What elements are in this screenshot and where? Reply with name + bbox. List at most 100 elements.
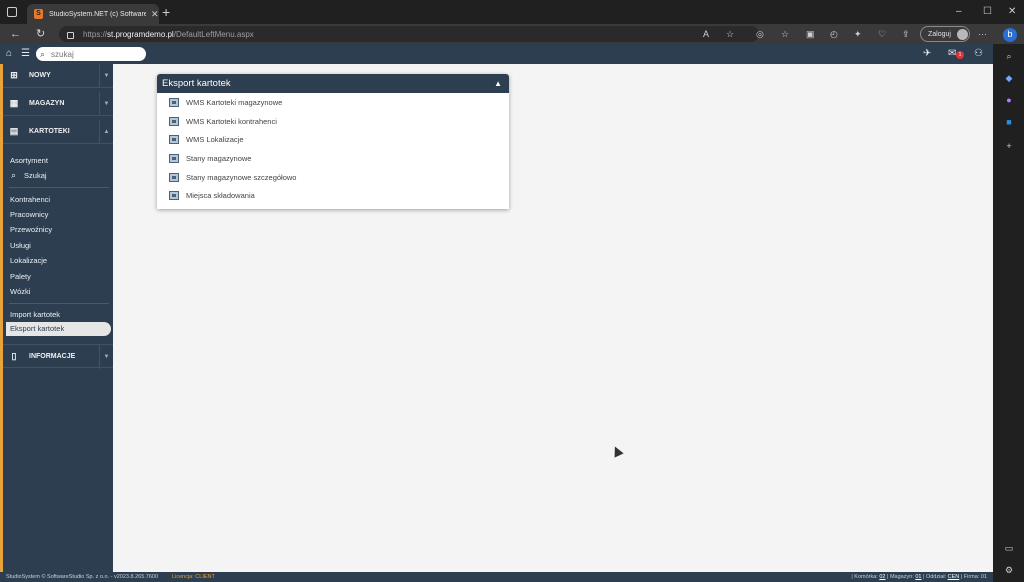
browser-titlebar: S StudioSystem.NET (c) SoftwareSt ✕ + – … (0, 0, 1024, 24)
maximize-button[interactable]: ☐ (983, 6, 992, 17)
export-item[interactable]: WMS Kartoteki kontrahenci (169, 115, 277, 127)
chevron-down-icon[interactable]: ▼ (99, 345, 113, 369)
collapse-caret-icon[interactable]: ▲ (494, 74, 502, 93)
sidebar-section-magazyn[interactable]: ▦ MAGAZYN ▼ (3, 92, 113, 116)
browser-essentials-icon[interactable]: ♡ (878, 28, 886, 40)
more-options-icon[interactable]: ··· (978, 28, 987, 40)
export-item-label: WMS Kartoteki magazynowe (186, 97, 283, 107)
favorites-icon[interactable]: ☆ (781, 28, 789, 40)
extensions-puzzle-icon[interactable]: ✦ (854, 28, 862, 40)
sidebar-item-asortyment[interactable]: Asortyment (10, 156, 48, 165)
chevron-down-icon[interactable]: ▼ (99, 92, 113, 116)
sidebar-item-pracownicy[interactable]: Pracownicy (10, 210, 48, 219)
share-icon[interactable]: ⇪ (902, 28, 910, 40)
history-icon[interactable]: ◴ (830, 28, 838, 40)
copilot-icon[interactable]: b (1003, 28, 1017, 42)
oddzial-value[interactable]: CEN (948, 574, 960, 580)
login-button[interactable]: Zaloguj (920, 26, 970, 42)
sidebar-settings-gear-icon[interactable]: ⚙ (1003, 564, 1015, 576)
sidebar-item-lokalizacje[interactable]: Lokalizacje (10, 256, 47, 265)
sidebar-item-kontrahenci[interactable]: Kontrahenci (10, 195, 50, 204)
browser-tab[interactable]: S StudioSystem.NET (c) SoftwareSt ✕ (27, 4, 159, 24)
games-icon[interactable]: ● (1003, 94, 1015, 106)
sidebar-item-eksport-kartotek[interactable]: Eksport kartotek (6, 322, 111, 336)
export-item[interactable]: Stany magazynowe (169, 152, 251, 164)
sidebar-section-nowy[interactable]: ⊞ NOWY ▼ (3, 64, 113, 88)
back-arrow-icon[interactable]: ← (10, 27, 21, 41)
section-label: INFORMACJE (29, 352, 76, 360)
sidebar-divider (9, 187, 109, 188)
refresh-icon[interactable]: ↻ (36, 27, 45, 41)
sidebar-item-palety[interactable]: Palety (10, 272, 31, 281)
search-icon: ⌕ (11, 170, 17, 180)
tab-close-icon[interactable]: ✕ (151, 9, 159, 20)
tab-title: StudioSystem.NET (c) SoftwareSt (49, 10, 146, 18)
sidebar-section-informacje[interactable]: ▯ INFORMACJE ▼ (3, 344, 113, 369)
sidebar-item-label: Szukaj (24, 171, 47, 180)
left-sidebar: ⊞ NOWY ▼ ▦ MAGAZYN ▼ ▤ KARTOTEKI ▲ Asort… (0, 64, 113, 572)
close-window-button[interactable]: ✕ (1008, 6, 1016, 17)
menu-toggle-icon[interactable]: ☰ (21, 48, 30, 59)
search-icon: ⌕ (40, 48, 46, 59)
sidebar-search-icon[interactable]: ⌕ (1003, 50, 1015, 62)
export-file-icon (169, 116, 179, 126)
chevron-down-icon[interactable]: ▼ (99, 64, 113, 88)
add-sidebar-app-icon[interactable]: + (1003, 140, 1015, 152)
sidebar-divider (9, 303, 109, 304)
export-item[interactable]: Stany magazynowe szczegółowo (169, 171, 296, 183)
warehouse-icon: ▦ (9, 98, 19, 108)
export-item-label: Miejsca składowania (186, 190, 255, 200)
home-icon[interactable]: ⌂ (6, 48, 12, 59)
export-item[interactable]: WMS Kartoteki magazynowe (169, 96, 282, 108)
sidebar-item-wozki[interactable]: Wózki (10, 287, 30, 296)
export-file-icon (169, 190, 179, 200)
export-item-label: WMS Lokalizacje (186, 134, 244, 144)
url-text: https://st.programdemo.pl/DefaultLeftMen… (83, 29, 254, 39)
shopping-tag-icon[interactable]: ◆ (1003, 72, 1015, 84)
sidebar-section-kartoteki[interactable]: ▤ KARTOTEKI ▲ (3, 120, 113, 144)
sidebar-item-uslugi[interactable]: Usługi (10, 241, 31, 250)
export-item[interactable]: WMS Lokalizacje (169, 133, 244, 145)
studiosystem-favicon-icon: S (34, 9, 43, 19)
read-aloud-icon[interactable]: A (703, 28, 709, 40)
new-tab-button[interactable]: + (162, 5, 170, 19)
notification-badge: 1 (956, 51, 964, 59)
export-file-icon (169, 153, 179, 163)
profile-avatar-icon (956, 28, 968, 40)
app-search-box[interactable]: ⌕ (36, 47, 146, 61)
window-menu-icon[interactable] (7, 7, 17, 17)
export-item[interactable]: Miejsca składowania (169, 189, 255, 201)
export-file-icon (169, 97, 179, 107)
browser-toolbar: ← ↻ https://st.programdemo.pl/DefaultLef… (0, 24, 1024, 44)
plane-icon[interactable]: ✈ (923, 48, 931, 59)
favorite-star-icon[interactable]: ☆ (726, 28, 734, 40)
collections-icon[interactable]: ▣ (806, 28, 815, 40)
export-panel: Eksport kartotek ▲ WMS Kartoteki magazyn… (157, 74, 509, 209)
sidebar-item-import-kartotek[interactable]: Import kartotek (10, 310, 60, 319)
search-input[interactable] (51, 49, 132, 59)
panel-header[interactable]: Eksport kartotek ▲ (157, 74, 509, 93)
app-viewport: ⌂ ☰ ⌕ ✈ ✉ 1 ⚇ ⊞ NOWY ▼ ▦ MAGAZYN ▼ ▤ KAR… (0, 44, 993, 582)
plus-square-icon: ⊞ (10, 70, 18, 80)
mouse-cursor-icon (610, 444, 624, 458)
copyright-text: StudioSystem © SoftwareStudio Sp. z o.o.… (6, 574, 159, 580)
chevron-up-icon[interactable]: ▲ (99, 120, 113, 144)
address-bar[interactable]: https://st.programdemo.pl/DefaultLeftMen… (59, 26, 759, 42)
extension-icon[interactable]: ◎ (756, 28, 764, 40)
user-icon[interactable]: ⚇ (974, 48, 983, 59)
section-label: NOWY (29, 72, 51, 79)
status-bar: StudioSystem © SoftwareStudio Sp. z o.o.… (0, 572, 993, 582)
lock-icon (67, 31, 74, 39)
edge-sidebar: b ⌕ ◆ ● ■ + ▭ ⚙ (993, 28, 1024, 582)
minimize-button[interactable]: – (956, 6, 962, 17)
app-top-bar: ⌂ ☰ ⌕ ✈ ✉ 1 ⚇ (0, 44, 993, 64)
document-icon: ▯ (11, 350, 17, 361)
section-label: KARTOTEKI (29, 128, 70, 135)
outlook-icon[interactable]: ■ (1003, 116, 1015, 128)
sidebar-item-przewoznicy[interactable]: Przewoźnicy (10, 225, 52, 234)
export-item-label: WMS Kartoteki kontrahenci (186, 116, 277, 126)
hide-sidebar-icon[interactable]: ▭ (1003, 542, 1015, 554)
export-file-icon (169, 172, 179, 182)
export-item-label: Stany magazynowe (186, 153, 252, 163)
sidebar-item-szukaj[interactable]: ⌕ Szukaj (11, 170, 47, 181)
